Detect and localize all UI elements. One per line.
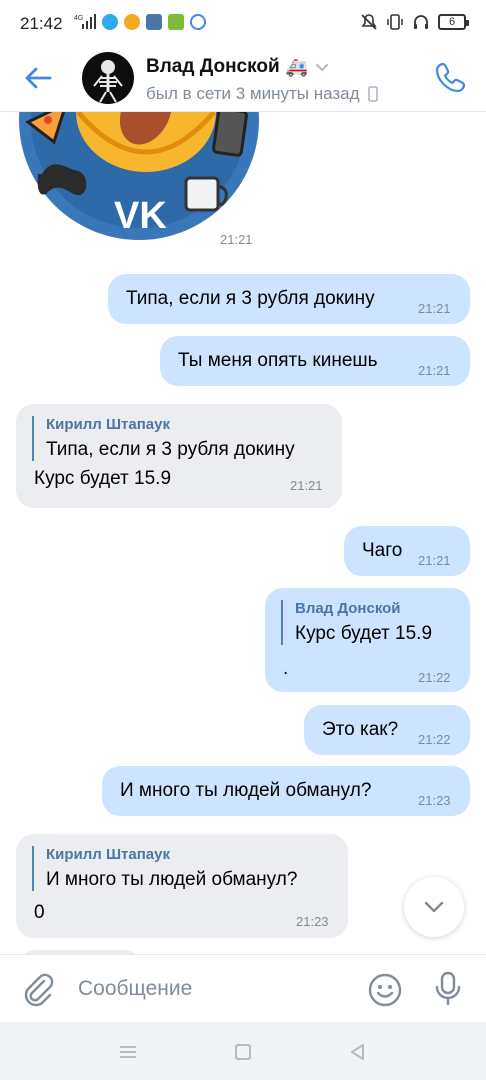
chevron-down-icon: [424, 901, 444, 913]
message-input[interactable]: Сообщение: [78, 977, 192, 1001]
online-status: был в сети 3 минуты назад: [146, 84, 378, 104]
vk-sticker[interactable]: VK: [18, 112, 260, 252]
reply-text: И много ты людей обманул?: [46, 869, 298, 890]
message-text: Ты меня опять кинешь: [178, 350, 378, 371]
avatar[interactable]: [82, 52, 134, 104]
message-time: 21:21: [418, 363, 451, 378]
message-text: Чаго: [362, 540, 403, 561]
ambulance-emoji: 🚑: [285, 56, 309, 77]
message-text: Это как?: [322, 719, 399, 740]
chevron-down-icon[interactable]: [314, 59, 330, 75]
message-time: 21:21: [418, 553, 451, 568]
reply-quote[interactable]: Кирилл Штапаук И много ты людей обманул?: [32, 846, 297, 891]
chat-header: Влад Донской 🚑 был в сети 3 минуты назад: [0, 48, 486, 112]
outgoing-message[interactable]: Влад Донской Курс будет 15.9 . 21:22: [265, 588, 470, 692]
home-icon[interactable]: [231, 1040, 255, 1064]
reply-author: Кирилл Штапаук: [46, 416, 170, 433]
back-triangle-icon[interactable]: [346, 1040, 370, 1064]
signal-icon: 4G: [74, 14, 96, 29]
reply-text: Типа, если я 3 рубля докину: [46, 439, 295, 460]
paperclip-icon[interactable]: [20, 971, 56, 1007]
reply-text: Курс будет 15.9: [295, 623, 433, 644]
vk-icon: [146, 14, 162, 30]
message-text: .: [283, 658, 289, 679]
message-time: 21:23: [418, 793, 451, 808]
microphone-icon[interactable]: [430, 969, 466, 1009]
message-time: 21:22: [418, 670, 451, 685]
message-text: Курс будет 15.9: [34, 468, 172, 489]
status-system-icons: 6: [360, 13, 469, 31]
network-type-label: 4G: [74, 15, 83, 22]
outgoing-message[interactable]: Ты меня опять кинешь 21:21: [160, 336, 470, 386]
contact-name: Влад Донской: [146, 56, 280, 77]
message-composer: Сообщение: [0, 954, 486, 1022]
system-navigation-bar: [0, 1022, 486, 1080]
vibrate-icon: [387, 14, 403, 30]
google-icon: [190, 14, 206, 30]
status-bar: 21:42 4G 6: [0, 0, 486, 48]
outgoing-message[interactable]: Это как? 21:22: [304, 705, 470, 755]
outgoing-message[interactable]: Типа, если я 3 рубля докину 21:21: [108, 274, 470, 324]
message-time: 21:21: [220, 232, 253, 247]
last-seen-text: был в сети 3 минуты назад: [146, 84, 360, 103]
scroll-down-button[interactable]: [404, 877, 464, 937]
headphones-icon: [414, 15, 428, 29]
reply-quote[interactable]: Кирилл Штапаук Типа, если я 3 рубля доки…: [32, 416, 295, 461]
back-arrow-icon[interactable]: [22, 62, 54, 94]
incoming-message[interactable]: Кирилл Штапаук Типа, если я 3 рубля доки…: [16, 404, 342, 508]
reply-quote[interactable]: Влад Донской Курс будет 15.9: [281, 600, 432, 645]
reply-author: Кирилл Штапаук: [46, 846, 170, 863]
smile-icon[interactable]: [366, 971, 404, 1009]
mute-icon: [361, 14, 377, 30]
message-text: 0: [34, 902, 45, 923]
battery-icon: 6: [438, 14, 469, 30]
message-time: 21:23: [296, 914, 329, 929]
vk-logo-text: VK: [114, 195, 167, 237]
status-notification-icons: 4G: [74, 14, 206, 30]
incoming-message[interactable]: Кирилл Штапаук И много ты людей обманул?…: [16, 834, 348, 938]
status-time: 21:42: [20, 14, 63, 33]
odnoklassniki-icon: [124, 14, 140, 30]
message-text: И много ты людей обманул?: [120, 780, 372, 801]
telegram-icon: [102, 14, 118, 30]
message-time: 21:22: [418, 732, 451, 747]
message-text: Типа, если я 3 рубля докину: [126, 288, 375, 309]
chat-title[interactable]: Влад Донской 🚑: [146, 56, 330, 78]
mobile-device-icon: [367, 86, 378, 102]
skeleton-avatar-icon: [93, 60, 123, 103]
reply-author: Влад Донской: [295, 600, 401, 617]
menu-icon[interactable]: [116, 1040, 140, 1064]
outgoing-message[interactable]: И много ты людей обманул? 21:23: [102, 766, 470, 816]
phone-call-icon[interactable]: [434, 60, 468, 94]
outgoing-message[interactable]: Чаго 21:21: [344, 526, 470, 576]
message-list[interactable]: VK 21:21 Типа, если я 3 рубля докину 21:…: [0, 112, 486, 954]
message-time: 21:21: [290, 478, 323, 493]
puzzle-icon: [168, 14, 184, 30]
message-time: 21:21: [418, 301, 451, 316]
